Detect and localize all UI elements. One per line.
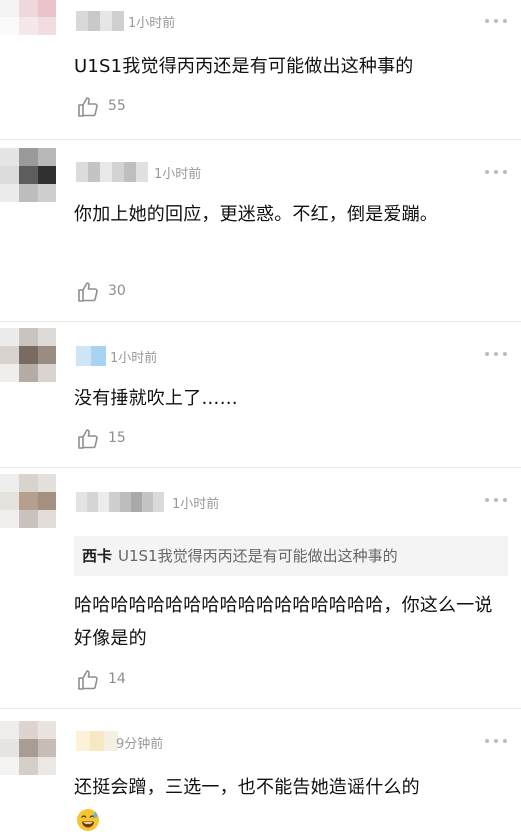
username[interactable] — [76, 346, 106, 366]
like-count: 14 — [108, 671, 126, 687]
avatar[interactable] — [0, 148, 56, 204]
avatar[interactable] — [0, 0, 56, 55]
comment-text: 还挺会蹭，三选一，也不能告她造谣什么的 — [74, 777, 420, 798]
like-count: 55 — [108, 98, 126, 114]
comment-time: 1小时前 — [128, 16, 176, 31]
quoted-author[interactable]: 西卡 — [82, 547, 112, 565]
comment-time: 1小时前 — [154, 167, 202, 182]
thumbs-up-outline-icon — [78, 282, 98, 302]
comment-text: 哈哈哈哈哈哈哈哈哈哈哈哈哈哈哈哈哈，你这么一说好像是的 — [74, 595, 493, 649]
quoted-text: U1S1我觉得丙丙还是有可能做出这种事的 — [118, 547, 398, 565]
grinning-sweat-emoji — [77, 809, 99, 831]
comment-time: 1小时前 — [172, 497, 220, 512]
comment-text: U1S1我觉得丙丙还是有可能做出这种事的 — [74, 56, 414, 77]
username[interactable] — [76, 492, 164, 512]
avatar[interactable] — [0, 474, 56, 530]
comment-item: 9分钟前 还挺会蹭，三选一，也不能告她造谣什么的 — [0, 708, 521, 832]
thumbs-up-outline-icon — [78, 97, 98, 117]
more-dots-icon[interactable] — [485, 170, 507, 176]
thumbs-up-outline-icon — [78, 429, 98, 449]
avatar[interactable] — [0, 721, 56, 777]
thumbs-up-outline-icon — [78, 670, 98, 690]
comment-item: 1小时前 没有捶就吹上了…… 15 — [0, 321, 521, 468]
more-dots-icon[interactable] — [485, 352, 507, 358]
quoted-reply[interactable]: 西卡 U1S1我觉得丙丙还是有可能做出这种事的 — [74, 536, 508, 576]
avatar[interactable] — [0, 328, 56, 384]
like-button[interactable]: 55 — [76, 95, 146, 119]
comment-text: 你加上她的回应，更迷惑。不红，倒是爱蹦。 — [74, 204, 438, 225]
comment-item: 1小时前 你加上她的回应，更迷惑。不红，倒是爱蹦。 30 — [0, 139, 521, 322]
comment-item: 1小时前 西卡 U1S1我觉得丙丙还是有可能做出这种事的 哈哈哈哈哈哈哈哈哈哈哈哈… — [0, 467, 521, 709]
like-button[interactable]: 14 — [76, 668, 146, 692]
comment-item: 1小时前 U1S1我觉得丙丙还是有可能做出这种事的 55 — [0, 0, 521, 139]
more-dots-icon[interactable] — [485, 498, 507, 504]
comment-time: 9分钟前 — [116, 737, 164, 752]
like-button[interactable]: 30 — [76, 280, 146, 304]
more-dots-icon[interactable] — [485, 19, 507, 25]
more-dots-icon[interactable] — [485, 739, 507, 745]
like-count: 30 — [108, 283, 126, 299]
like-count: 15 — [108, 430, 126, 446]
comment-time: 1小时前 — [110, 351, 158, 366]
username[interactable] — [76, 11, 124, 31]
username[interactable] — [76, 162, 148, 182]
username[interactable] — [76, 731, 118, 751]
comment-text: 没有捶就吹上了…… — [74, 388, 238, 409]
like-button[interactable]: 15 — [76, 427, 146, 451]
